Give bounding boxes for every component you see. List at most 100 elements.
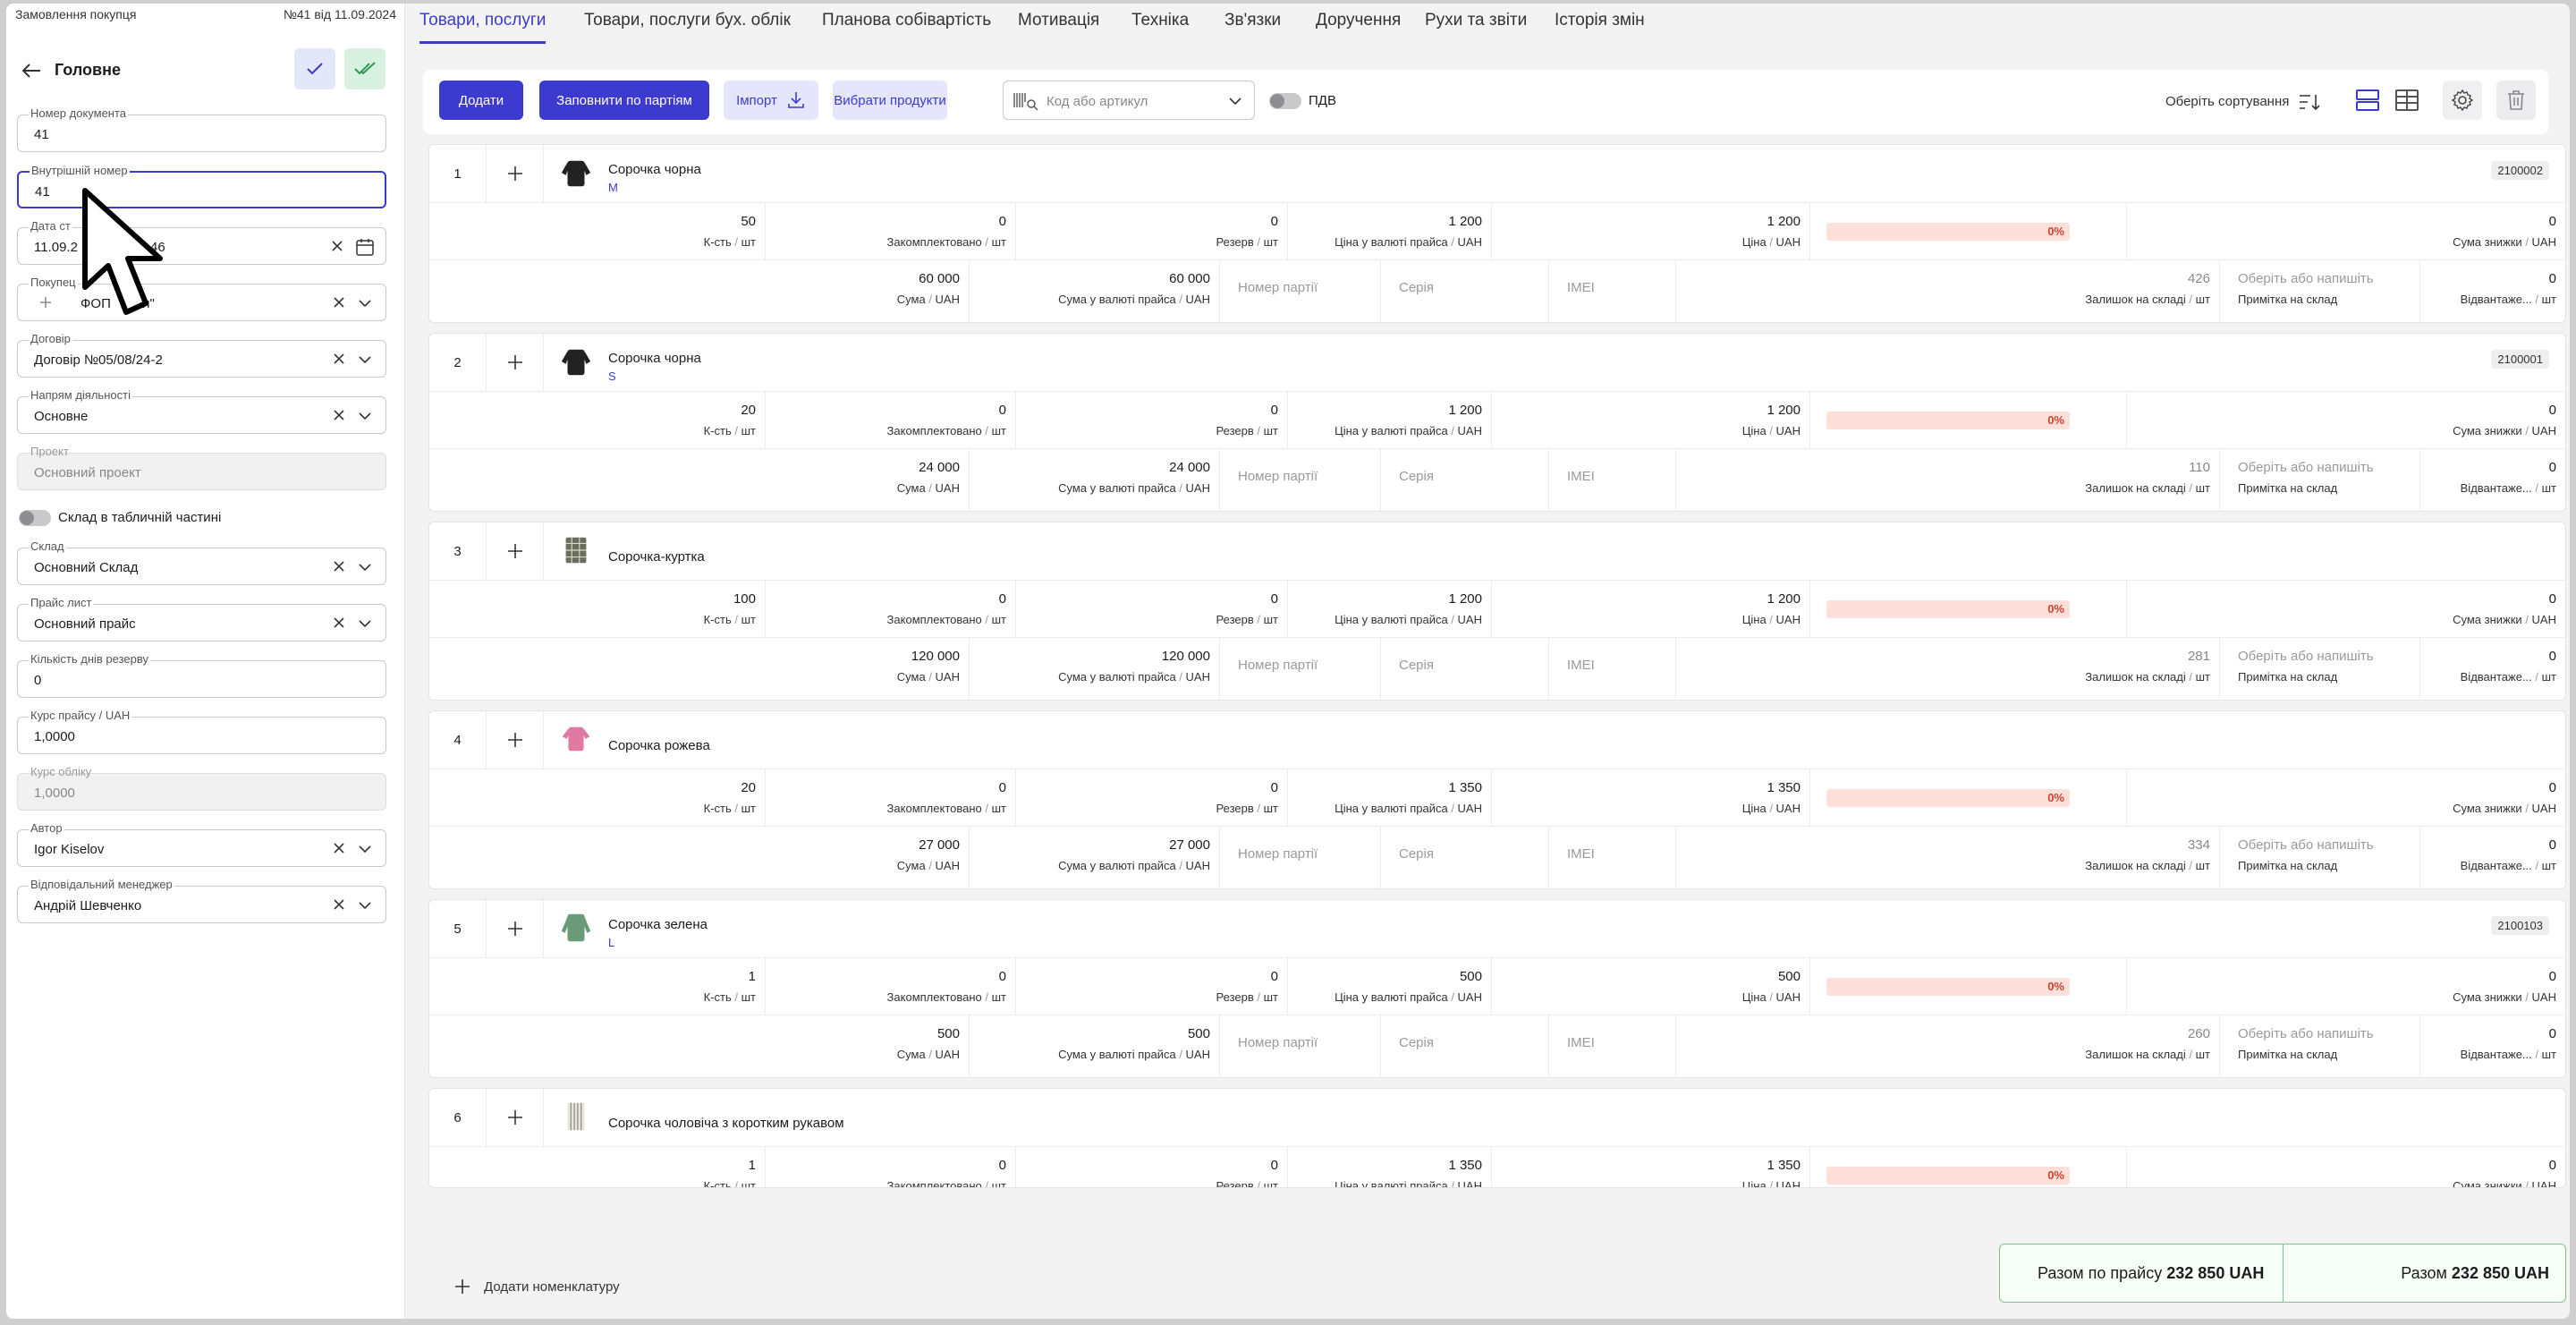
expand-item-button[interactable]: [487, 522, 544, 580]
stock-cell[interactable]: 426 Залишок на складі / шт: [1676, 260, 2220, 323]
listp-cell[interactable]: 1 200 Ціна у валюті прайса / UAH: [1288, 392, 1492, 449]
ship-cell[interactable]: 0 Відвантаже... / шт: [2420, 260, 2565, 323]
disc-cell[interactable]: 0 Сума знижки / UAH: [2127, 392, 2565, 449]
ship-cell[interactable]: 0 Відвантаже... / шт: [2420, 449, 2565, 512]
price-cell[interactable]: 500 Ціна / UAH: [1492, 958, 1810, 1015]
expand-item-button[interactable]: [487, 145, 544, 202]
warehouse-in-table-toggle[interactable]: [19, 510, 51, 526]
chevron-down-icon[interactable]: [357, 408, 373, 424]
lsum-cell[interactable]: 24 000 Сума у валюті прайса / UAH: [970, 449, 1220, 512]
back-arrow-icon[interactable]: [19, 59, 44, 82]
item-name[interactable]: Сорочка зелена: [608, 917, 708, 932]
created-date-field[interactable]: Дата ст 11.09.2 46: [17, 219, 386, 265]
add-item-button[interactable]: Додати номенклатуру: [453, 1278, 620, 1295]
tab-assignments[interactable]: Доручення: [1316, 11, 1401, 41]
plus-icon[interactable]: [39, 296, 52, 309]
discount-percent-cell[interactable]: 0%: [1810, 203, 2127, 260]
expand-item-button[interactable]: [487, 334, 544, 391]
expand-item-button[interactable]: [487, 711, 544, 769]
price-cell[interactable]: 1 350 Ціна / UAH: [1492, 769, 1810, 827]
clear-icon[interactable]: [332, 352, 346, 366]
item-name[interactable]: Сорочка чорна: [608, 351, 701, 366]
price-cell[interactable]: 1 200 Ціна / UAH: [1492, 203, 1810, 260]
row-view-button[interactable]: [2348, 81, 2387, 120]
clear-icon[interactable]: [332, 295, 346, 310]
lsum-cell[interactable]: 60 000 Сума у валюті прайса / UAH: [970, 260, 1220, 323]
sum-cell[interactable]: 27 000 Сума / UAH: [429, 827, 970, 889]
add-button[interactable]: Додати: [439, 81, 523, 120]
fill-by-batches-button[interactable]: Заповнити по партіям: [539, 81, 709, 120]
ship-cell[interactable]: 0 Відвантаже... / шт: [2420, 1015, 2565, 1078]
batch-input[interactable]: Номер партії: [1220, 638, 1381, 701]
post-button[interactable]: [344, 48, 386, 89]
batch-input[interactable]: Номер партії: [1220, 1015, 1381, 1078]
lsum-cell[interactable]: 120 000 Сума у валюті прайса / UAH: [970, 638, 1220, 701]
warehouse-note-input[interactable]: Оберіть або напишіть Примітка на склад: [2220, 638, 2420, 701]
kit-cell[interactable]: 0 Закомплектовано / шт: [766, 958, 1016, 1015]
ship-cell[interactable]: 0 Відвантаже... / шт: [2420, 638, 2565, 701]
res-cell[interactable]: 0 Резерв / шт: [1016, 1147, 1288, 1187]
imei-input[interactable]: IMEI: [1549, 827, 1676, 889]
sum-cell[interactable]: 60 000 Сума / UAH: [429, 260, 970, 323]
disc-cell[interactable]: 0 Сума знижки / UAH: [2127, 203, 2565, 260]
price-cell[interactable]: 1 350 Ціна / UAH: [1492, 1147, 1810, 1187]
discount-percent-cell[interactable]: 0%: [1810, 392, 2127, 449]
discount-percent-cell[interactable]: 0%: [1810, 769, 2127, 827]
settings-button[interactable]: [2443, 81, 2482, 120]
sum-cell[interactable]: 24 000 Сума / UAH: [429, 449, 970, 512]
tab-history[interactable]: Історія змін: [1555, 11, 1645, 41]
chevron-down-icon[interactable]: [357, 616, 373, 632]
qty-cell[interactable]: 1 К-сть / шт: [487, 958, 766, 1015]
sum-cell[interactable]: 500 Сума / UAH: [429, 1015, 970, 1078]
clear-icon[interactable]: [332, 616, 346, 630]
choose-products-button[interactable]: Вибрати продукти: [833, 81, 947, 120]
batch-input[interactable]: Номер партії: [1220, 827, 1381, 889]
lsum-cell[interactable]: 27 000 Сума у валюті прайса / UAH: [970, 827, 1220, 889]
save-button[interactable]: [294, 48, 335, 89]
sum-cell[interactable]: 120 000 Сума / UAH: [429, 638, 970, 701]
imei-input[interactable]: IMEI: [1549, 1015, 1676, 1078]
kit-cell[interactable]: 0 Закомплектовано / шт: [766, 1147, 1016, 1187]
imei-input[interactable]: IMEI: [1549, 638, 1676, 701]
series-input[interactable]: Серія: [1381, 827, 1549, 889]
stock-cell[interactable]: 110 Залишок на складі / шт: [1676, 449, 2220, 512]
direction-field[interactable]: Напрям діяльності Основне: [17, 388, 386, 434]
author-field[interactable]: Автор Igor Kiselov: [17, 821, 386, 867]
listp-cell[interactable]: 1 200 Ціна у валюті прайса / UAH: [1288, 581, 1492, 638]
buyer-field[interactable]: Покупец ФОПія": [17, 276, 386, 321]
qty-cell[interactable]: 20 К-сть / шт: [487, 392, 766, 449]
calendar-icon[interactable]: [355, 237, 375, 257]
qty-cell[interactable]: 100 К-сть / шт: [487, 581, 766, 638]
chevron-down-icon[interactable]: [357, 352, 373, 368]
tab-relations[interactable]: Зв'язки: [1224, 11, 1281, 41]
clear-icon[interactable]: [330, 239, 344, 253]
listp-cell[interactable]: 500 Ціна у валюті прайса / UAH: [1288, 958, 1492, 1015]
discount-percent-cell[interactable]: 0%: [1810, 1147, 2127, 1187]
internal-number-field[interactable]: Внутрішній номер 41: [17, 164, 386, 208]
chevron-down-icon[interactable]: [357, 897, 373, 913]
kit-cell[interactable]: 0 Закомплектовано / шт: [766, 769, 1016, 827]
manager-field[interactable]: Відповідальний менеджер Андрій Шевченко: [17, 878, 386, 923]
item-name[interactable]: Сорочка чоловіча з коротким рукавом: [608, 1116, 844, 1131]
contract-field[interactable]: Договір Договір №05/08/24-2: [17, 332, 386, 378]
res-cell[interactable]: 0 Резерв / шт: [1016, 769, 1288, 827]
expand-item-button[interactable]: [487, 900, 544, 957]
series-input[interactable]: Серія: [1381, 1015, 1549, 1078]
item-name[interactable]: Сорочка чорна: [608, 162, 701, 177]
listp-cell[interactable]: 1 200 Ціна у валюті прайса / UAH: [1288, 203, 1492, 260]
tab-motivation[interactable]: Мотивація: [1018, 11, 1099, 41]
clear-icon[interactable]: [332, 408, 346, 422]
batch-input[interactable]: Номер партії: [1220, 260, 1381, 323]
price-rate-field[interactable]: Курс прайсу / UAH 1,0000: [17, 709, 386, 754]
price-list-field[interactable]: Прайс лист Основний прайс: [17, 596, 386, 641]
grid-view-button[interactable]: [2387, 81, 2427, 120]
warehouse-note-input[interactable]: Оберіть або напишіть Примітка на склад: [2220, 1015, 2420, 1078]
imei-input[interactable]: IMEI: [1549, 449, 1676, 512]
listp-cell[interactable]: 1 350 Ціна у валюті прайса / UAH: [1288, 769, 1492, 827]
series-input[interactable]: Серія: [1381, 260, 1549, 323]
clear-icon[interactable]: [332, 897, 346, 912]
discount-percent-cell[interactable]: 0%: [1810, 958, 2127, 1015]
import-button[interactable]: Імпорт: [724, 81, 818, 120]
tab-planned-cost[interactable]: Планова собівартість: [822, 11, 991, 41]
kit-cell[interactable]: 0 Закомплектовано / шт: [766, 203, 1016, 260]
